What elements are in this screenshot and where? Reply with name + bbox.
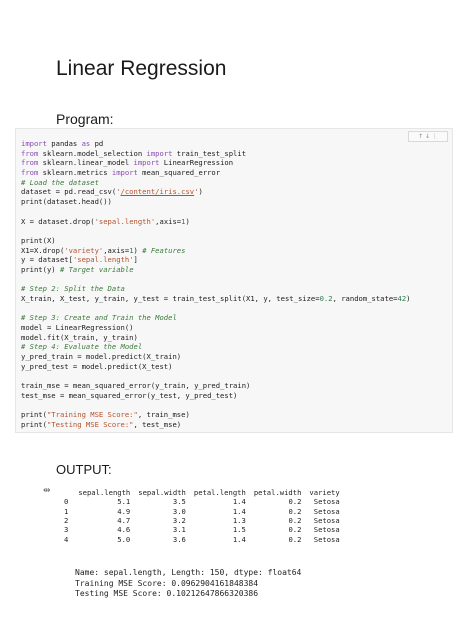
table-row: 0 5.1 3.5 1.4 0.2 Setosa [60,497,344,506]
table-cell: 4.7 [117,515,131,525]
row-index: 2 [64,515,69,525]
table-row: 4 5.0 3.6 1.4 0.2 Setosa [60,535,344,544]
table-cell: 3.0 [172,506,186,516]
output-line: Name: sepal.length, Length: 150, dtype: … [75,568,302,577]
code-line: train_mse = mean_squared_error(y_train, … [21,381,251,391]
table-cell: 3.5 [172,497,186,507]
code-line: import pandas as pd [21,139,104,148]
output-line: Testing MSE Score: 0.10212647866320386 [75,589,259,598]
index-header [60,487,74,497]
code-line: y_pred_test = model.predict(X_test) [21,361,173,371]
program-label: Program: [56,111,114,127]
column-header: petal.length [193,487,246,497]
table-row: 2 4.7 3.2 1.3 0.2 Setosa [60,516,344,525]
column-header: sepal.width [138,487,186,497]
row-index: 1 [64,506,69,516]
table-cell: 0.2 [288,534,302,544]
code-line: print("Testing MSE Score:", test_mse) [21,419,182,429]
row-index: 3 [64,525,69,535]
table-row: 3 4.6 3.1 1.5 0.2 Setosa [60,525,344,534]
table-cell: 5.0 [117,534,131,544]
table-cell: 1.4 [232,506,246,516]
table-cell: Setosa [313,534,340,544]
table-cell: Setosa [313,515,340,525]
code-line: model.fit(X_train, y_train) [21,332,138,342]
table-cell: 5.1 [117,497,131,507]
column-header: sepal.length [78,487,131,497]
cell-toolbar[interactable]: ↑ ↓ ⋮ [408,131,448,142]
output-toggle-icon[interactable]: ⇹ [43,487,54,496]
column-header: petal.width [253,487,302,497]
code-cell[interactable]: ↑ ↓ ⋮ import pandas as pd from sklearn.mo… [15,128,453,433]
table-cell: 4.9 [117,506,131,516]
code-line: from sklearn.model_selection import trai… [21,148,247,158]
table-cell: 3.2 [172,515,186,525]
table-cell: 1.5 [232,525,246,535]
table-cell: Setosa [313,497,340,507]
code-line: y = dataset['sepal.length'] [21,255,138,265]
column-header: variety [309,487,340,497]
code-line: dataset = pd.read_csv('/content/iris.csv… [21,187,203,197]
table-cell: 0.2 [288,497,302,507]
table-cell: 1.4 [232,534,246,544]
table-cell: 1.3 [232,515,246,525]
code-line: from sklearn.metrics import mean_squared… [21,168,221,178]
table-cell: Setosa [313,506,340,516]
row-index: 4 [64,534,69,544]
table-cell: Setosa [313,525,340,535]
table-cell: 0.2 [288,515,302,525]
table-cell: 0.2 [288,525,302,535]
code-line: # Step 4: Evaluate the Model [21,342,143,352]
output-label: OUTPUT: [56,462,112,477]
table-cell: 1.4 [232,497,246,507]
code-block: import pandas as pd from sklearn.model_se… [21,139,410,430]
code-line: # Step 3: Create and Train the Model [21,313,177,323]
code-line: from sklearn.linear_model import LinearR… [21,158,234,168]
page-title: Linear Regression [56,57,227,80]
code-line: # Step 2: Split the Data [21,284,125,294]
code-line: # Load the dataset [21,177,99,187]
code-line: X_train, X_test, y_train, y_test = train… [21,294,411,303]
code-line: print("Training MSE Score:", train_mse) [21,410,190,420]
code-line: y_pred_train = model.predict(X_train) [21,352,182,362]
code-line: print(dataset.head()) [21,197,112,207]
code-line: test_mse = mean_squared_error(y_test, y_… [21,390,238,400]
table-row: 1 4.9 3.0 1.4 0.2 Setosa [60,506,344,516]
code-line: print(X) [21,235,56,245]
table-cell: 3.1 [172,525,186,535]
code-line: X = dataset.drop('sepal.length',axis=1) [21,216,190,226]
output-text: Name: sepal.length, Length: 150, dtype: … [75,568,301,600]
table-cell: 4.6 [117,525,131,535]
row-index: 0 [64,497,69,507]
table-cell: 0.2 [288,506,302,516]
output-line: Training MSE Score: 0.0962904161848384 [75,578,259,588]
code-line: X1=X.drop('variety',axis=1) # Features [21,245,186,255]
code-line: print(y) # Target variable [21,264,134,274]
table-cell: 3.6 [172,534,186,544]
output-dataframe: sepal.length sepal.width petal.length petal… [60,487,344,544]
code-line: model = LinearRegression() [21,323,134,333]
